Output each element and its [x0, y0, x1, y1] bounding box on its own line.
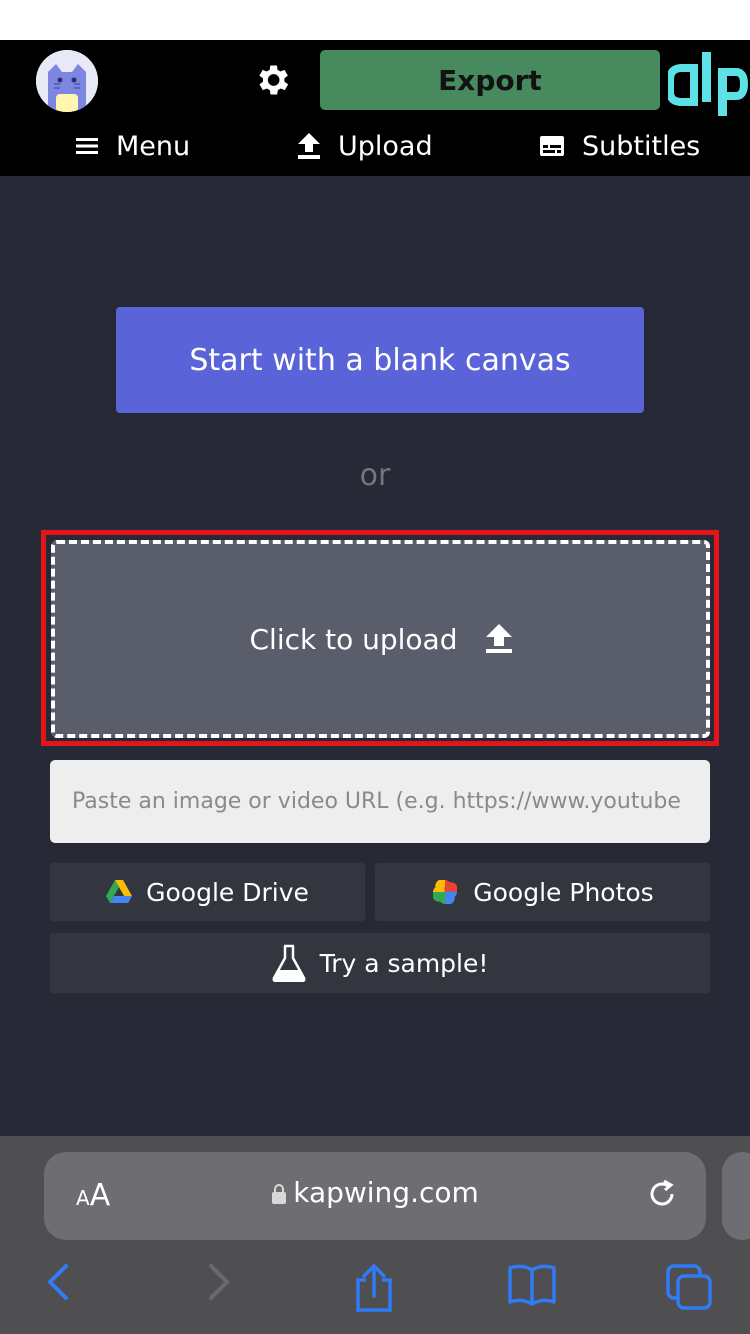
google-photos-label: Google Photos [473, 877, 654, 907]
back-button[interactable] [44, 1262, 72, 1306]
google-drive-label: Google Drive [146, 877, 309, 907]
export-button[interactable]: Export [320, 50, 660, 110]
user-avatar[interactable] [36, 50, 98, 112]
tabs-icon [666, 1264, 712, 1310]
top-bar: Export Menu Upload Subtitles [0, 40, 750, 176]
cat-avatar-icon [36, 50, 98, 112]
domain-label: kapwing.com [293, 1176, 479, 1209]
bookmarks-button[interactable] [506, 1262, 558, 1310]
subtitles-button[interactable]: Subtitles [540, 124, 700, 168]
bookmarks-icon [508, 1264, 556, 1306]
settings-button[interactable] [252, 60, 292, 100]
forward-icon [209, 1264, 229, 1300]
reload-icon [650, 1179, 674, 1206]
share-button[interactable] [352, 1262, 396, 1318]
url-input[interactable] [50, 760, 710, 843]
reload-button[interactable] [644, 1176, 680, 1212]
hamburger-icon [76, 138, 98, 154]
upload-icon [298, 133, 320, 159]
back-icon [48, 1264, 68, 1300]
logo-icon [666, 52, 749, 116]
or-divider: or [359, 458, 391, 493]
tabs-button[interactable] [664, 1262, 716, 1314]
try-sample-button[interactable]: Try a sample! [50, 933, 710, 993]
logo[interactable] [666, 46, 750, 116]
upload-nav-button[interactable]: Upload [298, 124, 433, 168]
lock-icon [272, 1184, 287, 1204]
menu-label: Menu [116, 130, 191, 162]
subtitles-label: Subtitles [582, 130, 701, 162]
google-photos-button[interactable]: Google Photos [375, 863, 710, 921]
menu-button[interactable]: Menu [76, 124, 190, 168]
upload-icon [485, 624, 512, 653]
forward-button[interactable] [205, 1262, 233, 1306]
upload-label: Upload [338, 130, 433, 162]
status-bar [0, 0, 750, 40]
google-drive-button[interactable]: Google Drive [50, 863, 365, 921]
google-photos-icon [433, 880, 458, 904]
gear-icon [259, 65, 289, 95]
domain-label-wrap[interactable]: kapwing.com [0, 1176, 750, 1209]
google-drive-icon [106, 880, 133, 903]
flask-icon [272, 944, 306, 982]
share-icon [356, 1264, 392, 1312]
upload-dropzone[interactable]: Click to upload [51, 540, 710, 738]
blank-canvas-button[interactable]: Start with a blank canvas [116, 307, 644, 413]
subtitles-icon [540, 136, 564, 156]
try-sample-label: Try a sample! [319, 948, 489, 978]
click-upload-label: Click to upload [249, 622, 458, 656]
